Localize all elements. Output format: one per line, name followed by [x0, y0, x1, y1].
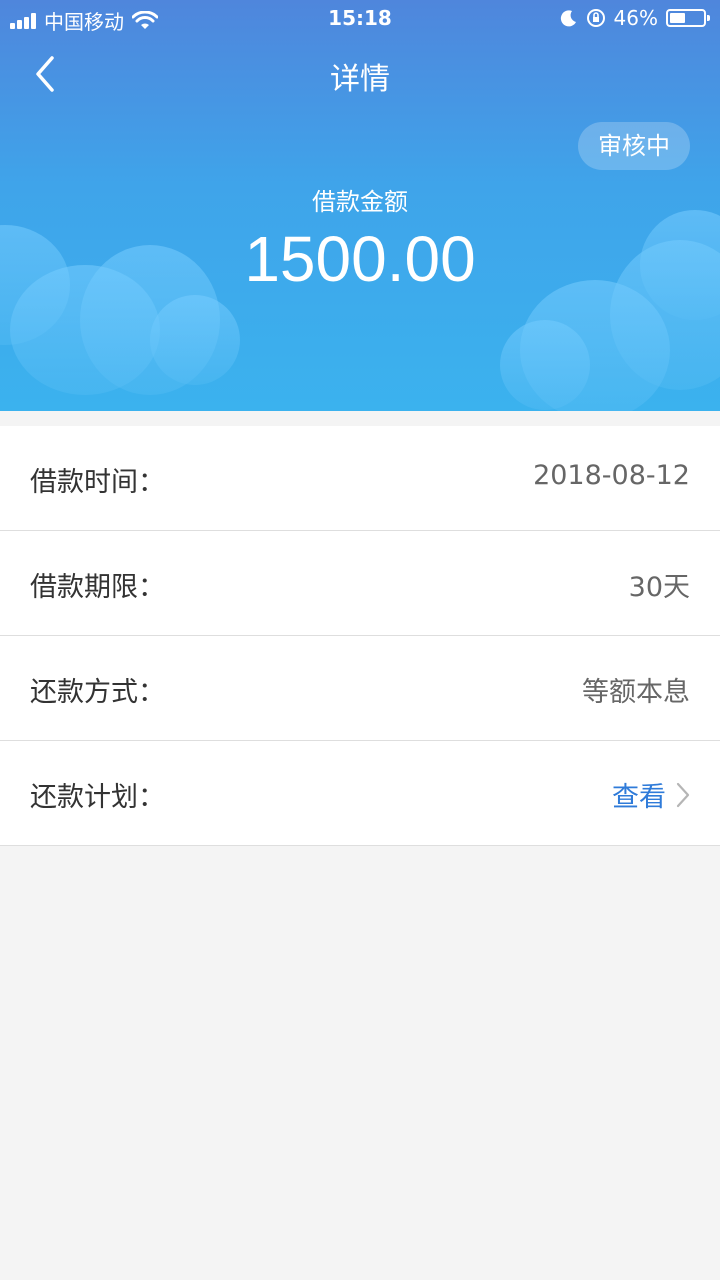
moon-icon	[560, 10, 576, 27]
battery-percent: 46%	[613, 6, 658, 30]
rotation-lock-icon	[586, 9, 605, 27]
detail-value: 等额本息	[582, 677, 690, 708]
page-title: 详情	[330, 62, 390, 97]
chevron-right-icon	[676, 782, 690, 807]
cloud-decoration	[150, 295, 240, 385]
detail-label: 借款时间：	[30, 467, 165, 498]
battery-level	[670, 13, 685, 23]
nav-bar: 详情	[0, 44, 720, 104]
detail-label: 还款计划：	[30, 782, 165, 813]
view-plan-text[interactable]: 查看	[612, 775, 666, 814]
view-plan-link[interactable]: 查看	[612, 775, 690, 814]
detail-label: 借款期限：	[30, 572, 165, 603]
detail-row-repayment-plan[interactable]: 还款计划： 查看	[0, 741, 720, 846]
detail-value: 2018-08-12	[533, 460, 690, 491]
detail-value: 30天	[628, 572, 690, 603]
battery-icon	[666, 9, 710, 27]
detail-row-loan-date: 借款时间： 2018-08-12	[0, 426, 720, 531]
detail-label: 还款方式：	[30, 677, 165, 708]
status-badge: 审核中	[578, 122, 690, 170]
amount-label: 借款金额	[312, 188, 408, 216]
detail-row-repayment-method: 还款方式： 等额本息	[0, 636, 720, 741]
loan-header: 中国移动 15:18 46% 详情 审核中 借款金额 1500.00	[0, 0, 720, 411]
amount-value: 1500.00	[244, 223, 476, 295]
detail-row-loan-term: 借款期限： 30天	[0, 531, 720, 636]
loan-detail-list: 借款时间： 2018-08-12 借款期限： 30天 还款方式： 等额本息 还款…	[0, 426, 720, 846]
status-bar: 中国移动 15:18 46%	[0, 0, 720, 38]
